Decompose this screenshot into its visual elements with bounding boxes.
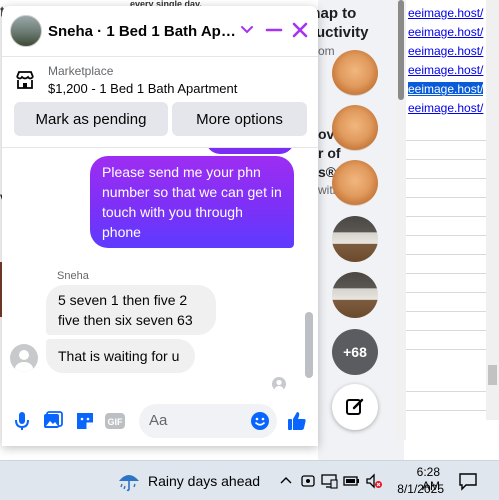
message-bubble-outgoing-partial <box>206 148 294 154</box>
grid-line <box>404 292 488 293</box>
chat-head-avatar[interactable] <box>332 105 378 151</box>
browser-scrollbar[interactable] <box>396 0 406 440</box>
marketplace-label: Marketplace <box>48 64 114 78</box>
message-scrollbar[interactable] <box>305 152 313 392</box>
grid-line <box>404 311 488 312</box>
notifications-icon[interactable] <box>458 471 478 491</box>
grid-line <box>404 178 488 179</box>
image-link[interactable]: eeimage.host/ <box>408 6 483 20</box>
message-bubble-incoming[interactable]: That is waiting for u <box>46 339 195 373</box>
grid-line <box>404 159 488 160</box>
message-input[interactable] <box>139 404 277 438</box>
meet-icon[interactable] <box>299 472 317 490</box>
image-link[interactable]: eeimage.host/ <box>408 44 483 58</box>
weather-label[interactable]: Rainy days ahead <box>148 473 260 489</box>
rain-cloud-icon[interactable] <box>116 469 142 493</box>
grid-line <box>404 349 488 350</box>
chat-head-avatar[interactable] <box>332 50 378 96</box>
image-link[interactable]: eeimage.host/ <box>408 25 483 39</box>
browser-scrollbar-thumb[interactable] <box>398 0 404 100</box>
chat-window: Sneha · 1 Bed 1 Bath Apartment Marketpla… <box>2 6 318 446</box>
chat-head-avatar[interactable] <box>332 272 378 318</box>
sender-name: Sneha <box>57 270 89 282</box>
gif-icon[interactable]: GIF <box>104 410 126 432</box>
seen-receipt-avatar <box>272 377 286 391</box>
microphone-icon[interactable] <box>11 410 33 432</box>
image-link[interactable]: eeimage.host/ <box>408 63 483 77</box>
grid-line <box>404 216 488 217</box>
message-list[interactable]: Please send me your phn number so that w… <box>2 148 318 396</box>
battery-plug-icon[interactable] <box>343 472 361 490</box>
message-bubble-outgoing[interactable]: Please send me your phn number so that w… <box>90 156 294 248</box>
chat-header[interactable]: Sneha · 1 Bed 1 Bath Apartment <box>2 6 318 56</box>
compose-icon <box>346 398 364 415</box>
message-scrollbar-thumb[interactable] <box>305 312 313 378</box>
background-fragment: r of <box>318 145 341 161</box>
message-composer: GIF <box>2 396 318 446</box>
message-bubble-incoming[interactable]: 5 seven 1 then five 2 five then six seve… <box>46 285 216 335</box>
close-icon[interactable] <box>290 20 310 40</box>
chat-title[interactable]: Sneha · 1 Bed 1 Bath Apartment <box>48 23 238 40</box>
marketplace-icon <box>16 71 34 89</box>
sticker-icon[interactable] <box>74 410 96 432</box>
taskbar: Rainy days ahead 6:28 AM 8/1/2025 <box>0 460 499 500</box>
listing-title[interactable]: $1,200 - 1 Bed 1 Bath Apartment <box>48 81 237 96</box>
grid-line <box>404 273 488 274</box>
chat-head-avatar[interactable] <box>332 216 378 262</box>
mark-as-pending-button[interactable]: Mark as pending <box>14 102 168 136</box>
new-message-button[interactable] <box>332 384 378 430</box>
display-icon[interactable] <box>320 472 338 490</box>
background-fragment: om <box>318 44 335 58</box>
chevron-down-icon[interactable] <box>240 22 254 36</box>
photo-icon[interactable] <box>42 410 64 432</box>
chat-head-avatar[interactable] <box>332 160 378 206</box>
message-text-field[interactable] <box>149 412 249 429</box>
grid-line <box>404 254 488 255</box>
marketplace-listing: Marketplace $1,200 - 1 Bed 1 Bath Apartm… <box>2 57 318 147</box>
grid-line <box>404 330 488 331</box>
grid-line <box>404 235 488 236</box>
image-link[interactable]: eeimage.host/ <box>408 101 483 115</box>
grid-line <box>404 197 488 198</box>
minimize-icon[interactable] <box>264 20 284 40</box>
grid-line <box>404 391 488 392</box>
grid-line <box>404 410 488 411</box>
volume-muted-icon[interactable] <box>365 472 383 490</box>
image-link-selected[interactable]: eeimage.host/ <box>408 82 484 96</box>
person-icon <box>15 350 33 372</box>
person-icon <box>274 379 284 391</box>
svg-text:GIF: GIF <box>108 417 124 427</box>
sender-avatar[interactable] <box>10 344 38 372</box>
contact-avatar[interactable] <box>10 15 42 47</box>
more-options-button[interactable]: More options <box>172 102 307 136</box>
page-scrollbar-thumb[interactable] <box>488 365 497 385</box>
like-icon[interactable] <box>286 410 308 432</box>
more-chats-button[interactable]: +68 <box>332 329 378 375</box>
emoji-icon[interactable] <box>250 411 270 431</box>
show-hidden-icons-icon[interactable] <box>277 472 295 490</box>
background-fragment: uctivity <box>316 24 369 41</box>
page-scrollbar[interactable] <box>486 0 499 420</box>
grid-line <box>404 140 488 141</box>
clock-date[interactable]: 8/1/2025 <box>392 482 444 496</box>
